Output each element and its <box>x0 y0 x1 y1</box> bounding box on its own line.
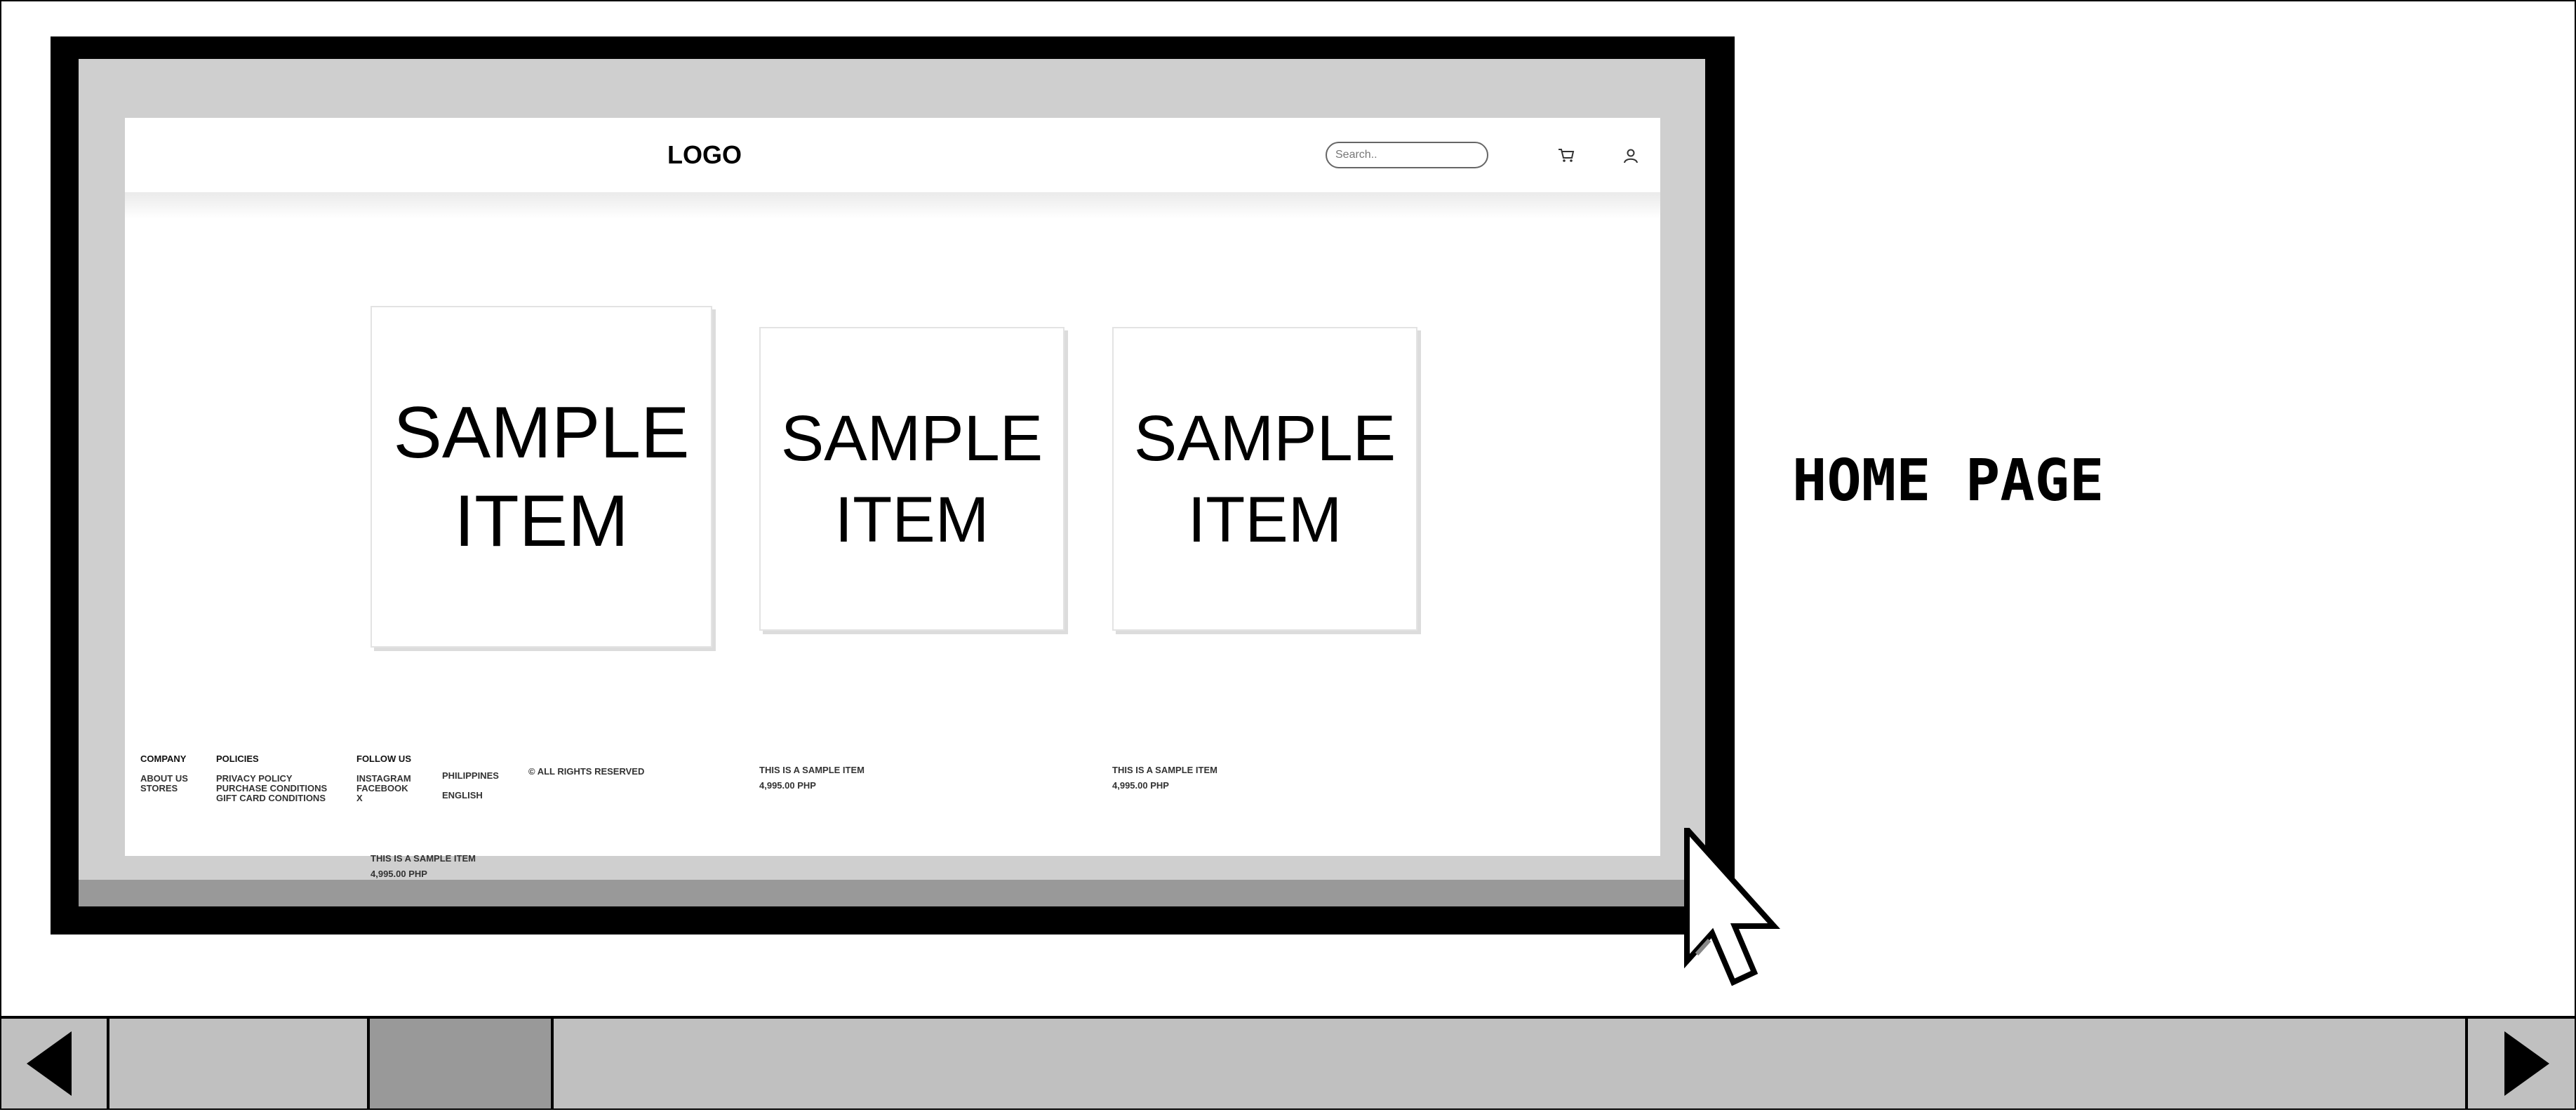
footer-link-stores[interactable]: STORES <box>140 784 188 793</box>
browser-bottom-bar <box>79 880 1705 906</box>
cart-button[interactable] <box>1554 143 1579 168</box>
search-input[interactable] <box>1326 142 1488 168</box>
footer-link-facebook[interactable]: FACEBOOK <box>356 784 411 793</box>
site-header: LOGO <box>125 118 1660 192</box>
footer-copyright: © ALL RIGHTS RESERVED <box>528 766 645 777</box>
user-icon <box>1624 149 1638 163</box>
cart-icon <box>1559 149 1575 162</box>
scrollbar-thumb[interactable] <box>367 1019 554 1108</box>
footer-language-selector[interactable]: ENGLISH <box>442 786 499 805</box>
footer-link-instagram[interactable]: INSTAGRAM <box>356 774 411 784</box>
product-image-line2: ITEM <box>454 480 629 562</box>
product-price: 4,995.00 PHP <box>371 869 427 879</box>
footer-heading-follow: FOLLOW US <box>356 753 411 764</box>
product-image-line2: ITEM <box>834 483 989 556</box>
page-title: HOME PAGE <box>1792 448 2104 514</box>
footer-policies-column: POLICIES PRIVACY POLICY PURCHASE CONDITI… <box>216 753 327 803</box>
arrow-right-icon <box>2504 1031 2549 1096</box>
product-image[interactable]: SAMPLE ITEM <box>759 327 1065 631</box>
account-button[interactable] <box>1618 143 1643 168</box>
header-shadow <box>125 192 1660 219</box>
product-name[interactable]: THIS IS A SAMPLE ITEM <box>371 853 476 864</box>
footer-country-selector[interactable]: PHILIPPINES <box>442 766 499 786</box>
product-image-line1: SAMPLE <box>780 402 1043 474</box>
site-footer: COMPANY ABOUT US STORES POLICIES PRIVACY… <box>125 749 1660 833</box>
footer-heading-company: COMPANY <box>140 753 187 764</box>
footer-link-gift-card-conditions[interactable]: GIFT CARD CONDITIONS <box>216 793 327 803</box>
product-image-line2: ITEM <box>1187 483 1342 556</box>
scroll-right-button[interactable] <box>2465 1019 2575 1108</box>
footer-link-about-us[interactable]: ABOUT US <box>140 774 188 784</box>
product-image[interactable]: SAMPLE ITEM <box>371 306 712 648</box>
footer-region-column: PHILIPPINES ENGLISH <box>442 766 499 805</box>
product-image-line1: SAMPLE <box>393 391 690 474</box>
footer-link-x[interactable]: X <box>356 793 411 803</box>
footer-company-column: COMPANY ABOUT US STORES <box>140 753 188 793</box>
footer-heading-policies: POLICIES <box>216 753 259 764</box>
product-image[interactable]: SAMPLE ITEM <box>1112 327 1417 631</box>
mouse-pointer-icon <box>1684 828 1780 986</box>
horizontal-scrollbar[interactable] <box>1 1016 2575 1108</box>
scroll-left-button[interactable] <box>1 1019 109 1108</box>
footer-link-privacy-policy[interactable]: PRIVACY POLICY <box>216 774 327 784</box>
footer-link-purchase-conditions[interactable]: PURCHASE CONDITIONS <box>216 784 327 793</box>
product-image-line1: SAMPLE <box>1133 402 1396 474</box>
arrow-left-icon <box>27 1031 72 1096</box>
footer-follow-column: FOLLOW US INSTAGRAM FACEBOOK X <box>356 753 411 803</box>
webpage: LOGO SAMPLE ITEM THIS IS A SAMPLE ITEM 4… <box>125 118 1660 879</box>
site-logo[interactable]: LOGO <box>667 138 808 173</box>
